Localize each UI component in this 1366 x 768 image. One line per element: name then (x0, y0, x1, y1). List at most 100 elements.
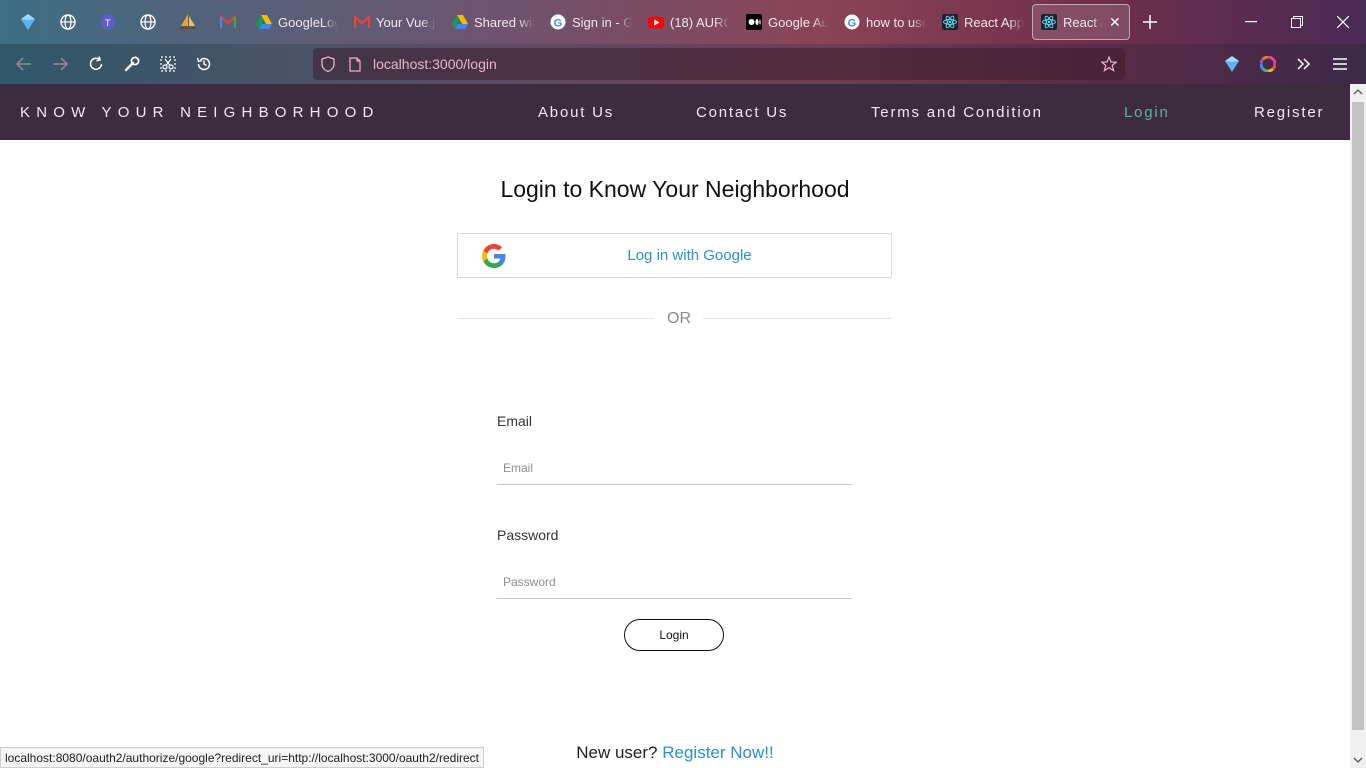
window-controls (1228, 0, 1366, 44)
chevron-down-icon (1353, 757, 1363, 763)
google-icon: G (844, 14, 860, 30)
medium-icon (746, 14, 762, 30)
color-wheel-icon (1260, 56, 1276, 72)
pinned-tab-gem[interactable] (8, 0, 48, 44)
tab-5[interactable]: Google Au (738, 4, 836, 40)
wrench-icon (124, 56, 140, 72)
minimize-button[interactable] (1228, 0, 1274, 44)
teams-icon: T (100, 14, 116, 30)
chevron-up-icon (1353, 89, 1363, 95)
password-label: Password (497, 527, 559, 543)
site-brand[interactable]: KNOW YOUR NEIGHBORHOOD (20, 104, 379, 121)
toolbar-extensions (1214, 46, 1358, 82)
nav-login-active[interactable]: Login (1124, 84, 1170, 140)
new-user-text: New user? (576, 743, 658, 762)
tab-1[interactable]: Your Vue.js (346, 4, 444, 40)
scrollbar-thumb[interactable] (1352, 102, 1364, 730)
svg-text:G: G (848, 18, 857, 30)
history-icon (196, 57, 211, 71)
tab-8-active[interactable]: React App ✕ (1032, 4, 1130, 40)
site-header: KNOW YOUR NEIGHBORHOOD About Us Contact … (0, 84, 1350, 140)
pinned-tab-globe-1[interactable] (48, 0, 88, 44)
new-tab-button[interactable] (1130, 0, 1170, 44)
google-drive-icon (256, 14, 272, 30)
history-button[interactable] (186, 46, 222, 82)
tab-7[interactable]: React App (934, 4, 1032, 40)
hamburger-icon (1333, 58, 1347, 70)
plus-icon (1143, 15, 1157, 29)
minimize-icon (1245, 21, 1257, 23)
address-bar[interactable]: localhost:3000/login (313, 48, 1125, 80)
google-login-label: Log in with Google (627, 247, 752, 264)
nav-terms[interactable]: Terms and Condition (871, 84, 1043, 140)
scroll-down-arrow[interactable] (1350, 752, 1366, 768)
gmail-icon (220, 15, 236, 28)
tab-3[interactable]: G Sign in - G (542, 4, 640, 40)
youtube-icon (648, 14, 664, 30)
more-tools-button[interactable] (1286, 46, 1322, 82)
divider-line-left (457, 318, 654, 319)
back-button[interactable] (6, 46, 42, 82)
or-text: OR (667, 310, 691, 327)
page-title: Login to Know Your Neighborhood (500, 176, 850, 202)
tab-6[interactable]: G how to use (836, 4, 934, 40)
vertical-scrollbar[interactable] (1350, 84, 1366, 768)
divider-line-right (703, 318, 892, 319)
tab-2[interactable]: Shared wit (444, 4, 542, 40)
browser-tab-bar: T GoogleLog Your Vue.js Shared wit G Sig… (0, 0, 1366, 44)
or-divider: OR (457, 310, 892, 332)
google-icon: G (550, 14, 566, 30)
email-label: Email (497, 413, 533, 429)
close-icon (1337, 16, 1349, 28)
globe-icon (60, 14, 76, 30)
close-window-button[interactable] (1320, 0, 1366, 44)
extension-color-button[interactable] (1250, 46, 1286, 82)
pinned-tab-teams[interactable]: T (88, 0, 128, 44)
forward-arrow-icon (53, 57, 68, 71)
scissors-icon (160, 56, 176, 72)
screenshot-button[interactable] (150, 46, 186, 82)
pinned-tabs: T (0, 0, 248, 44)
svg-text:T: T (105, 18, 111, 28)
login-submit-button[interactable]: Login (624, 619, 724, 651)
email-field[interactable] (497, 451, 852, 485)
tab-0[interactable]: GoogleLog (248, 4, 346, 40)
double-chevron-icon (1297, 58, 1311, 70)
devtools-button[interactable] (114, 46, 150, 82)
gem-icon (1225, 56, 1239, 72)
gem-icon (21, 14, 35, 30)
nav-contact-us[interactable]: Contact Us (696, 84, 788, 140)
menu-button[interactable] (1322, 46, 1358, 82)
google-drive-icon (452, 14, 468, 30)
back-arrow-icon (16, 57, 31, 71)
restore-button[interactable] (1274, 0, 1320, 44)
svg-text:G: G (554, 18, 563, 30)
google-login-button[interactable]: Log in with Google (457, 233, 892, 278)
sailboat-icon (180, 14, 196, 29)
reload-icon (89, 56, 103, 70)
globe-icon (140, 14, 156, 30)
restore-icon (1291, 16, 1303, 28)
tab-4[interactable]: (18) AURO (640, 4, 738, 40)
scroll-up-arrow[interactable] (1350, 84, 1366, 100)
extension-gem-button[interactable] (1214, 46, 1250, 82)
bookmark-star-icon[interactable] (1101, 56, 1117, 72)
react-icon (1041, 14, 1057, 30)
status-bar-link-preview: localhost:8080/oauth2/authorize/google?r… (0, 747, 484, 768)
pinned-tab-boat[interactable] (168, 0, 208, 44)
close-tab-icon[interactable]: ✕ (1109, 14, 1121, 31)
pinned-tab-gmail[interactable] (208, 0, 248, 44)
password-field[interactable] (497, 565, 852, 599)
browser-toolbar: localhost:3000/login (0, 44, 1366, 84)
nav-register[interactable]: Register (1254, 84, 1324, 140)
react-icon (942, 14, 958, 30)
gmail-icon (354, 14, 370, 30)
url-text: localhost:3000/login (373, 56, 497, 72)
page-viewport: KNOW YOUR NEIGHBORHOOD About Us Contact … (0, 84, 1350, 768)
reload-button[interactable] (78, 46, 114, 82)
nav-about-us[interactable]: About Us (538, 84, 614, 140)
forward-button[interactable] (42, 46, 78, 82)
shield-icon (321, 56, 335, 72)
pinned-tab-globe-2[interactable] (128, 0, 168, 44)
register-now-link[interactable]: Register Now!! (662, 743, 773, 762)
